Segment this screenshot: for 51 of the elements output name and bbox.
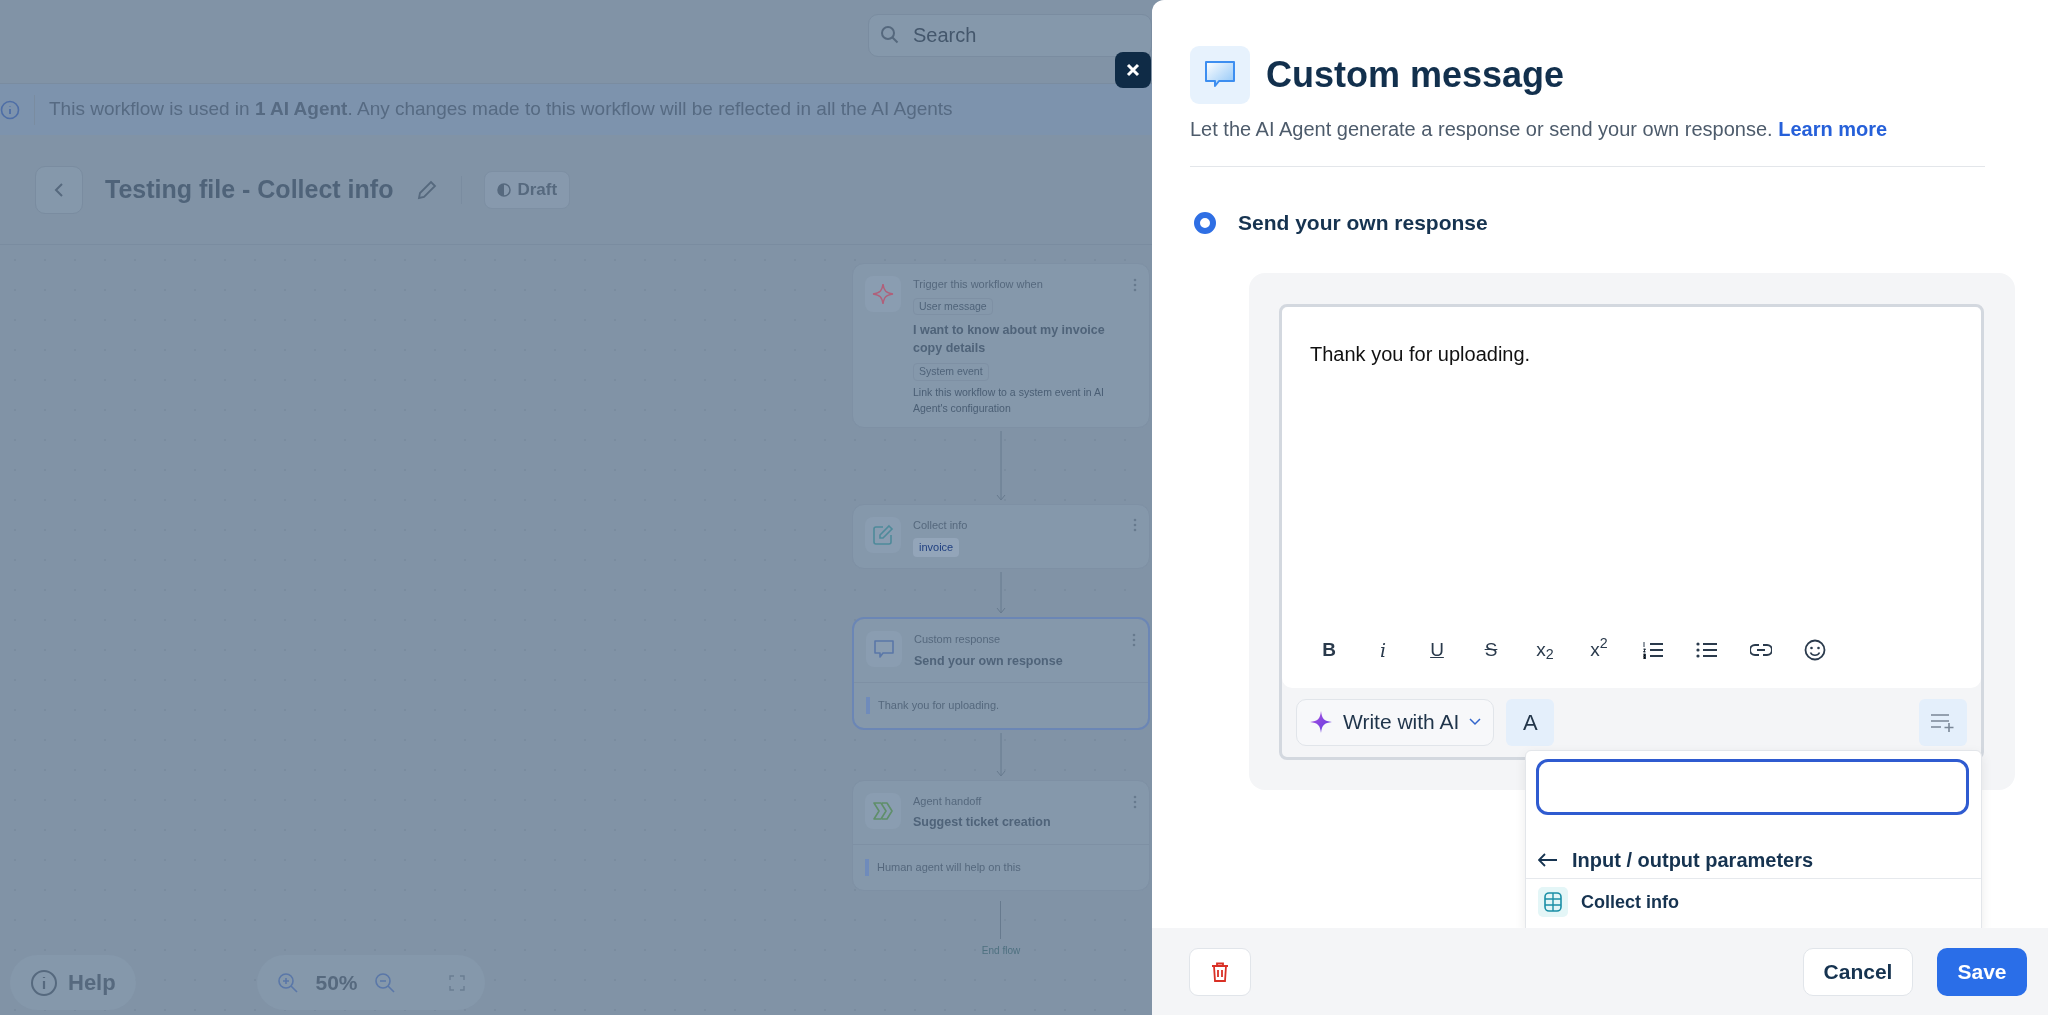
- sparkle-icon: [865, 276, 901, 312]
- chat-bubble-icon: [1190, 46, 1250, 104]
- bulleted-list-icon[interactable]: [1696, 642, 1718, 658]
- connector-arrow: [996, 572, 1006, 614]
- radio-button[interactable]: [1194, 211, 1216, 234]
- message-text[interactable]: Thank you for uploading.: [1282, 306, 1981, 613]
- save-button[interactable]: Save: [1937, 947, 2027, 996]
- list-add-icon: [1930, 711, 1956, 733]
- write-with-ai-button[interactable]: Write with AI: [1296, 698, 1495, 746]
- search-icon: [880, 25, 900, 45]
- learn-more-link[interactable]: Learn more: [1778, 118, 1888, 140]
- subscript-button[interactable]: x$_{2}$: [1518, 630, 1572, 670]
- edit-icon: [865, 516, 901, 553]
- close-icon: [1125, 62, 1141, 78]
- menu-heading: Input / output parameters: [1572, 847, 1814, 873]
- arrow-left-icon[interactable]: [1538, 852, 1558, 867]
- info-icon: [30, 968, 58, 997]
- font-button[interactable]: A: [1506, 698, 1555, 746]
- underline-button[interactable]: U: [1410, 630, 1464, 670]
- zoom-in-icon[interactable]: [277, 971, 299, 994]
- menu-item[interactable]: Collect info: [1526, 879, 1981, 925]
- tag: invoice: [913, 538, 960, 557]
- info-icon: [0, 99, 20, 120]
- sparkle-icon: [1309, 710, 1333, 734]
- emoji-icon[interactable]: [1804, 639, 1826, 661]
- fit-screen-icon[interactable]: [448, 974, 465, 991]
- chevron-left-icon: [54, 181, 64, 198]
- half-circle-icon: [497, 182, 512, 197]
- delete-button[interactable]: [1189, 947, 1251, 996]
- insert-variable-button[interactable]: [1919, 698, 1967, 746]
- numbered-list-icon[interactable]: [1642, 641, 1664, 659]
- strikethrough-button[interactable]: S: [1464, 630, 1518, 670]
- italic-button[interactable]: i: [1356, 630, 1410, 670]
- chevron-down-icon: [1469, 718, 1482, 726]
- trash-icon: [1211, 961, 1229, 982]
- cancel-button[interactable]: Cancel: [1803, 947, 1913, 996]
- connector-arrow: [996, 732, 1006, 777]
- zoom-out-icon[interactable]: [374, 971, 396, 994]
- chevrons-right-icon: [865, 792, 901, 829]
- close-button[interactable]: [1115, 52, 1151, 88]
- chat-bubble-icon: [866, 631, 902, 667]
- panel-title: Custom message: [1266, 53, 1565, 97]
- connector-arrow: [996, 430, 1006, 501]
- panel-description: Let the AI Agent generate a response or send your own response. Learn more: [1190, 117, 1889, 142]
- table-icon: [1538, 887, 1568, 917]
- bold-button[interactable]: B: [1302, 630, 1356, 670]
- search-field[interactable]: Search: [868, 14, 1152, 57]
- link-icon[interactable]: [1750, 644, 1772, 656]
- option-label: Send your own response: [1238, 210, 1488, 236]
- superscript-button[interactable]: x$^{2}$: [1572, 630, 1626, 670]
- search-input[interactable]: [1536, 759, 1969, 815]
